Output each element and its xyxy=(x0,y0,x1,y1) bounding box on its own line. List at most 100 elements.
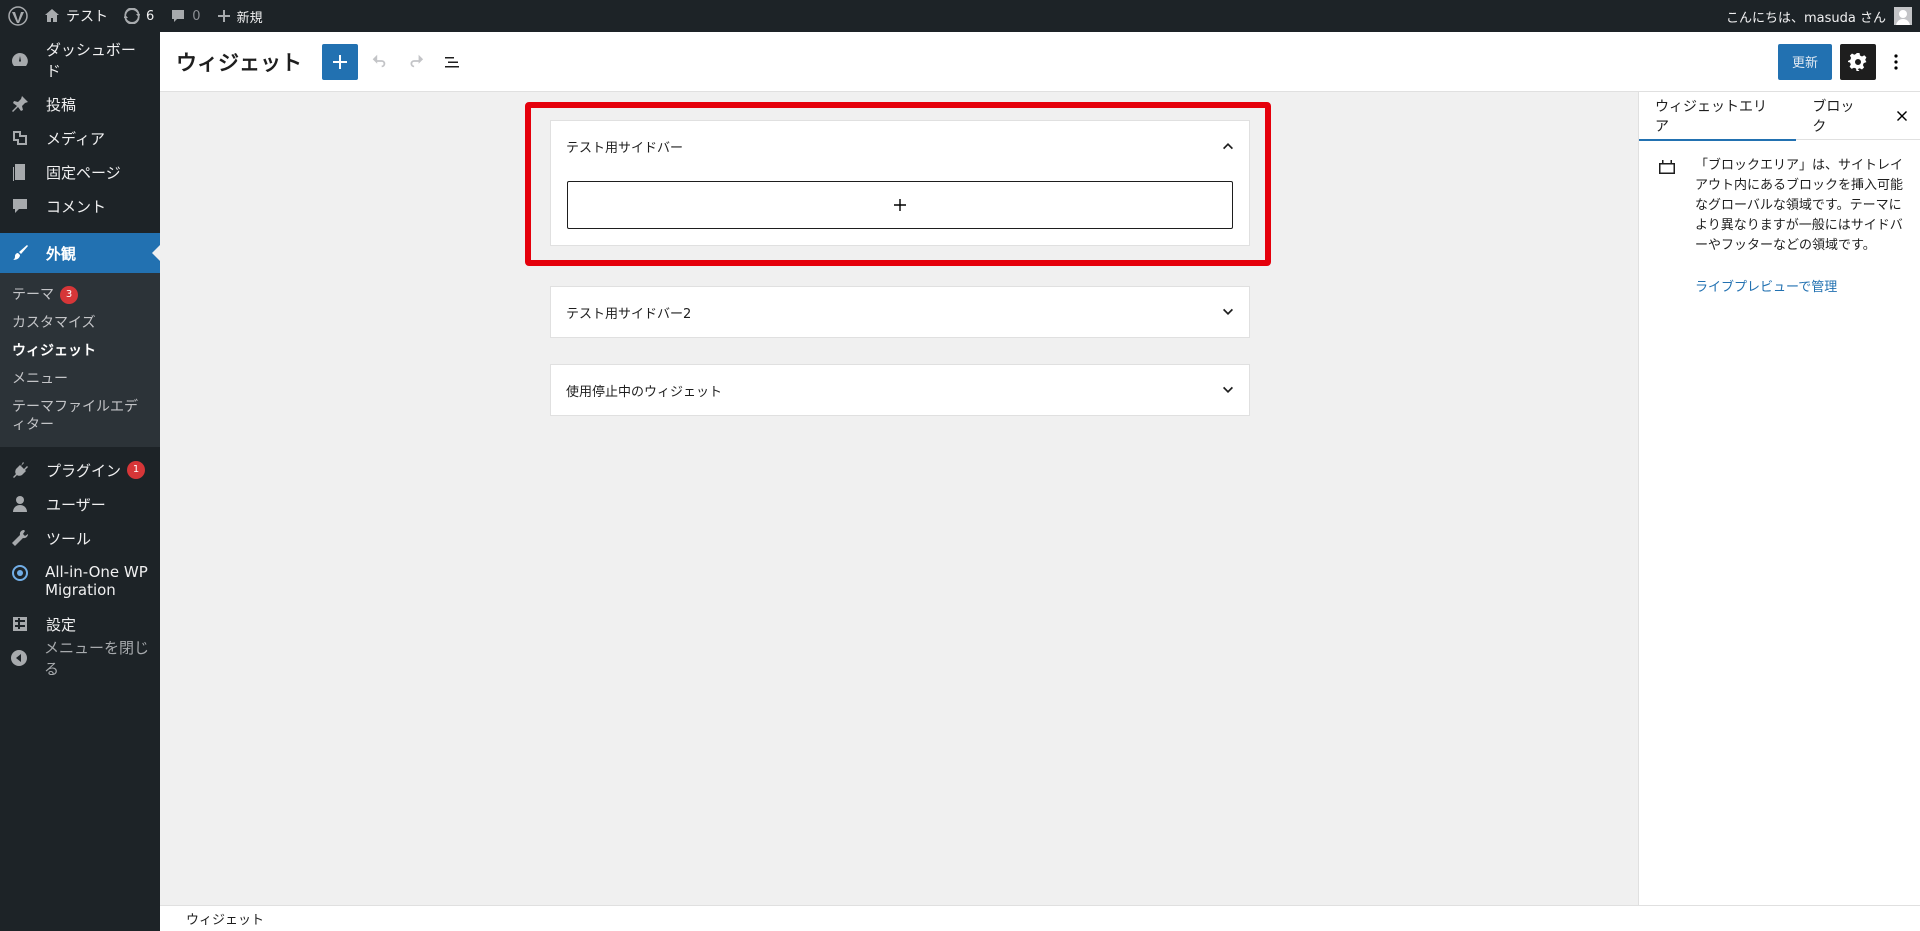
menu-comments-label: コメント xyxy=(46,197,107,216)
plugins-update-badge: 1 xyxy=(127,461,146,479)
updates-count: 6 xyxy=(146,8,155,24)
sidebar-body: 「ブロックエリア」は、サイトレイアウト内にあるブロックを挿入可能なグローバルな領… xyxy=(1639,140,1920,311)
menu-pages[interactable]: 固定ページ xyxy=(0,155,160,189)
plus-icon xyxy=(894,199,906,211)
submenu-themes[interactable]: テーマ 3 xyxy=(0,281,160,309)
widget-area-description: 「ブロックエリア」は、サイトレイアウト内にあるブロックを挿入可能なグローバルな領… xyxy=(1695,158,1904,253)
menu-dashboard[interactable]: ダッシュボード xyxy=(0,41,160,80)
menu-aiowp[interactable]: All-in-One WP Migration xyxy=(0,555,160,607)
submenu-widgets[interactable]: ウィジェット xyxy=(0,337,160,365)
home-icon xyxy=(45,9,59,22)
comment-icon xyxy=(10,196,30,216)
redo-icon xyxy=(410,54,424,67)
menu-users-label: ユーザー xyxy=(46,495,106,514)
widget-area-header[interactable]: 使用停止中のウィジェット xyxy=(551,365,1249,415)
page-title: ウィジェット xyxy=(176,50,302,75)
menu-comments[interactable]: コメント xyxy=(0,189,160,223)
plus-icon xyxy=(333,54,347,69)
menu-plugins[interactable]: プラグイン 1 xyxy=(0,453,160,487)
chevron-down-icon xyxy=(1223,308,1233,315)
menu-tools-label: ツール xyxy=(46,529,92,548)
list-view-icon xyxy=(445,56,459,67)
tab-block[interactable]: ブロック xyxy=(1796,92,1884,140)
widget-area-header[interactable]: テスト用サイドバー2 xyxy=(551,287,1249,337)
updates-link[interactable]: 6 xyxy=(116,0,162,32)
menu-tools[interactable]: ツール xyxy=(0,521,160,555)
block-inserter-button[interactable] xyxy=(322,43,358,80)
admin-bar: テスト 6 0 新規 こんにちは、masuda さん xyxy=(0,0,1920,32)
sidebar-tabs: ウィジェットエリア ブロック xyxy=(1639,92,1920,141)
comments-link[interactable]: 0 xyxy=(162,0,208,32)
more-vertical-icon xyxy=(1894,53,1898,70)
redo-button[interactable] xyxy=(398,44,434,80)
comment-icon xyxy=(172,10,185,22)
plugin-icon xyxy=(10,460,30,480)
menu-dashboard-label: ダッシュボード xyxy=(45,41,136,80)
settings-toggle-button[interactable] xyxy=(1840,43,1876,80)
my-account[interactable]: こんにちは、masuda さん xyxy=(1726,7,1920,26)
widgets-canvas: テスト用サイドバー テスト用サイドバー2 使用停止中のウィジェット xyxy=(160,92,1638,905)
widget-area-2: 使用停止中のウィジェット xyxy=(550,364,1250,416)
submenu-customize[interactable]: カスタマイズ xyxy=(0,309,160,337)
pin-icon xyxy=(10,94,30,114)
widget-area-title: テスト用サイドバー xyxy=(566,140,684,156)
comments-count: 0 xyxy=(192,8,201,24)
menu-plugins-label: プラグイン xyxy=(46,461,122,480)
wp-logo-button[interactable] xyxy=(0,0,36,32)
chevron-up-icon xyxy=(1223,143,1233,150)
site-name-label: テスト xyxy=(66,9,108,25)
submenu-customize-label: カスタマイズ xyxy=(12,315,96,331)
submenu-widgets-label: ウィジェット xyxy=(12,343,96,359)
add-block-button[interactable] xyxy=(567,181,1233,229)
menu-settings-label: 設定 xyxy=(46,615,77,634)
menu-users[interactable]: ユーザー xyxy=(0,487,160,521)
footer-breadcrumb: ウィジェット xyxy=(160,905,1920,931)
menu-media-label: メディア xyxy=(46,129,105,148)
menu-media[interactable]: メディア xyxy=(0,121,160,155)
site-name-link[interactable]: テスト xyxy=(36,0,116,32)
menu-pages-label: 固定ページ xyxy=(46,163,121,182)
menu-settings[interactable]: 設定 xyxy=(0,607,160,641)
media-icon xyxy=(10,128,30,148)
new-content-link[interactable]: 新規 xyxy=(209,0,271,32)
menu-appearance-label: 外観 xyxy=(46,244,77,263)
undo-button[interactable] xyxy=(362,44,398,80)
tab-widget-areas[interactable]: ウィジェットエリア xyxy=(1639,92,1797,141)
submenu-themes-label: テーマ xyxy=(12,287,54,303)
list-view-button[interactable] xyxy=(434,44,470,80)
user-icon xyxy=(10,494,30,514)
gear-icon xyxy=(1848,52,1867,71)
settings-sidebar: ウィジェットエリア ブロック 「ブロックエリア」は、サイトレイアウト内にあるブロ… xyxy=(1638,92,1920,905)
breadcrumb-item[interactable]: ウィジェット xyxy=(186,909,264,928)
menu-collapse-label: メニューを閉じる xyxy=(44,639,150,678)
refresh-icon xyxy=(124,8,140,24)
options-menu-button[interactable] xyxy=(1884,44,1908,80)
menu-posts-label: 投稿 xyxy=(46,95,77,114)
submenu-menus[interactable]: メニュー xyxy=(0,365,160,393)
undo-icon xyxy=(372,54,386,67)
widget-area-header[interactable]: テスト用サイドバー xyxy=(551,121,1249,171)
admin-menu: ダッシュボード 投稿 メディア 固定ページ コメント 外観 テーマ 3 カスタマ… xyxy=(0,32,160,931)
avatar xyxy=(1894,7,1912,25)
update-button[interactable]: 更新 xyxy=(1777,43,1832,80)
themes-update-badge: 3 xyxy=(60,286,78,304)
greeting-text: こんにちは、masuda さん xyxy=(1726,10,1886,26)
close-sidebar-button[interactable] xyxy=(1884,98,1920,134)
widget-area-1: テスト用サイドバー2 xyxy=(550,286,1250,338)
widget-area-title: テスト用サイドバー2 xyxy=(566,306,692,322)
submenu-theme-editor-label: テーマファイルエディター xyxy=(12,399,138,433)
block-area-icon xyxy=(1659,160,1675,174)
menu-appearance[interactable]: 外観 xyxy=(0,233,160,273)
new-label: 新規 xyxy=(236,10,263,26)
live-preview-link[interactable]: ライブプレビューで管理 xyxy=(1695,276,1904,295)
appearance-submenu: テーマ 3 カスタマイズ ウィジェット メニュー テーマファイルエディター xyxy=(0,273,160,447)
widget-area-title: 使用停止中のウィジェット xyxy=(566,384,723,400)
submenu-menus-label: メニュー xyxy=(12,371,68,387)
plus-icon xyxy=(217,10,230,22)
menu-posts[interactable]: 投稿 xyxy=(0,87,160,121)
submenu-theme-editor[interactable]: テーマファイルエディター xyxy=(0,393,160,439)
menu-collapse[interactable]: メニューを閉じる xyxy=(0,639,160,678)
close-icon xyxy=(1897,110,1908,121)
menu-aiowp-label: All-in-One WP Migration xyxy=(45,563,148,599)
dashboard-icon xyxy=(10,50,30,70)
